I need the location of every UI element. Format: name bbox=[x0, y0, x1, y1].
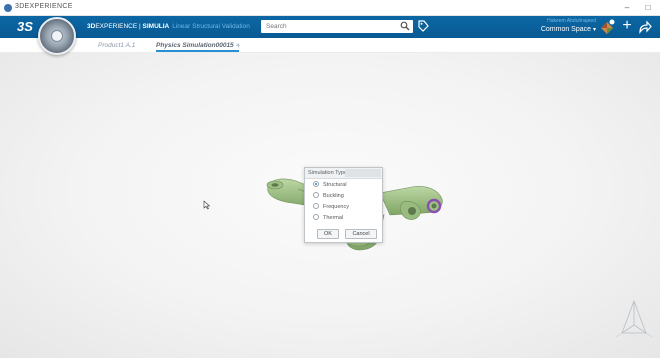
tag-icon[interactable] bbox=[417, 20, 429, 33]
user-area[interactable]: Hakeem Abdulmajeed Common Space ▾ bbox=[528, 18, 596, 36]
dialog-titlebar: Simulation Type bbox=[305, 168, 382, 179]
axis-triad-icon[interactable] bbox=[612, 295, 656, 343]
dialog-titlebar-fill bbox=[345, 169, 381, 177]
brand-experience: EXPERIENCE | bbox=[95, 23, 143, 30]
radio-label: Buckling bbox=[323, 193, 344, 199]
tab-bar: Product1 A.1 Physics Simulation00015 × + bbox=[0, 38, 660, 53]
tab-product1[interactable]: Product1 A.1 bbox=[98, 40, 135, 52]
dialog-title: Simulation Type bbox=[308, 170, 348, 176]
simulation-type-dialog: Simulation Type Structural Buckling Freq… bbox=[304, 167, 383, 243]
minimize-button[interactable]: – bbox=[620, 2, 634, 14]
window-title: 3DEXPERIENCE bbox=[15, 3, 73, 10]
radio-thermal[interactable]: Thermal bbox=[313, 213, 344, 223]
cancel-button[interactable]: Cancel bbox=[345, 229, 377, 239]
tab-physics-simulation-label: Physics Simulation00015 bbox=[156, 42, 234, 49]
tab-physics-simulation[interactable]: Physics Simulation00015 × bbox=[156, 40, 240, 52]
share-icon[interactable] bbox=[638, 20, 652, 34]
search-icon[interactable] bbox=[400, 21, 410, 31]
window-titlebar: 3DEXPERIENCE – □ bbox=[0, 0, 660, 16]
radio-button[interactable] bbox=[313, 191, 319, 198]
radio-label: Frequency bbox=[323, 204, 349, 210]
app-icon bbox=[4, 4, 12, 12]
brand-role: Linear Structural Validation bbox=[172, 23, 250, 30]
ok-button[interactable]: OK bbox=[317, 229, 339, 239]
mouse-cursor-icon bbox=[203, 200, 211, 210]
compass-hub-icon[interactable] bbox=[51, 30, 63, 42]
avatar bbox=[601, 19, 615, 34]
search-box bbox=[261, 20, 413, 33]
top-bar: 3S 3DEXPERIENCE | SIMULIA Linear Structur… bbox=[0, 16, 660, 38]
ds-logo-icon[interactable]: 3S bbox=[17, 19, 39, 35]
search-input[interactable] bbox=[261, 20, 397, 33]
radio-frequency[interactable]: Frequency bbox=[313, 202, 349, 212]
radio-label: Thermal bbox=[323, 215, 344, 221]
user-name: Hakeem Abdulmajeed bbox=[547, 18, 596, 24]
add-tab-icon[interactable]: + bbox=[236, 40, 241, 51]
compass-widget[interactable] bbox=[38, 17, 76, 55]
collab-space-selector[interactable]: Common Space ▾ bbox=[528, 25, 596, 35]
brand-app: SIMULIA bbox=[142, 23, 170, 30]
app-brand: 3DEXPERIENCE | SIMULIA Linear Structural … bbox=[87, 23, 250, 30]
collab-space-label: Common Space bbox=[540, 26, 592, 33]
radio-buckling[interactable]: Buckling bbox=[313, 191, 344, 201]
radio-button[interactable] bbox=[313, 202, 319, 209]
add-plus-icon[interactable]: + bbox=[620, 17, 634, 35]
radio-button[interactable] bbox=[313, 213, 319, 220]
maximize-button[interactable]: □ bbox=[641, 2, 655, 14]
compass-avatar-icon[interactable] bbox=[598, 18, 616, 36]
radio-label: Structural bbox=[323, 182, 347, 188]
radio-structural[interactable]: Structural bbox=[313, 180, 347, 190]
radio-button[interactable] bbox=[313, 180, 319, 187]
chevron-down-icon: ▾ bbox=[592, 27, 596, 33]
